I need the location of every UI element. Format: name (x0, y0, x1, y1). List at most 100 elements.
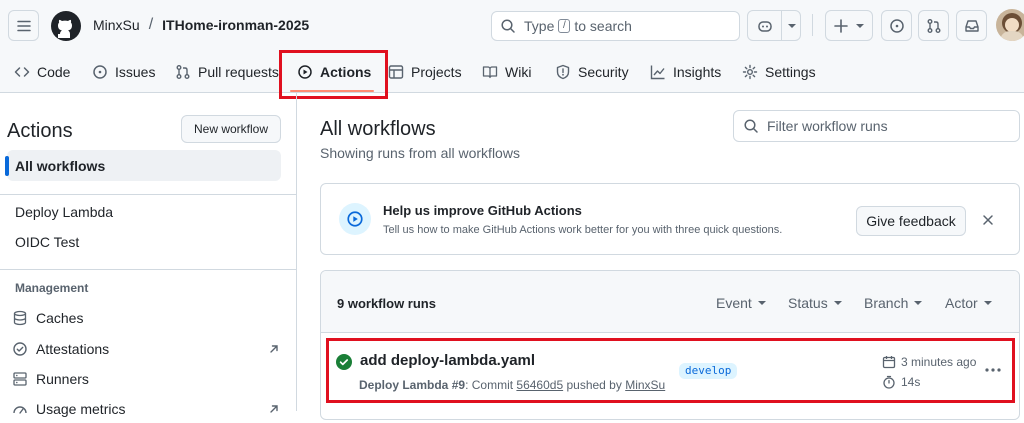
tab-wiki[interactable]: Wiki (482, 51, 531, 93)
search-shortcut-key: / (558, 19, 571, 33)
sidebar-item-deploy-lambda[interactable]: Deploy Lambda (7, 196, 281, 227)
tab-issues[interactable]: Issues (92, 51, 155, 93)
arrow-up-right-icon (270, 345, 278, 353)
shield-icon (556, 64, 570, 80)
graph-icon (650, 65, 665, 80)
chevron-down-icon (914, 301, 923, 305)
tab-pull-requests-label: Pull requests (198, 64, 279, 80)
sidebar-title: Actions (7, 120, 73, 142)
repo-link[interactable]: ITHome-ironman-2025 (162, 17, 309, 33)
issues-button[interactable] (881, 10, 912, 41)
branch-filter-dropdown[interactable]: Branch (864, 295, 923, 311)
feedback-banner: Help us improve GitHub Actions Tell us h… (320, 183, 1020, 255)
filter-label: Status (788, 295, 828, 311)
sidebar-item-label: Caches (36, 310, 84, 326)
table-icon (388, 65, 404, 79)
search-input[interactable]: Type / to search (491, 11, 740, 41)
tab-pull-requests[interactable]: Pull requests (175, 51, 279, 93)
sidebar-divider (0, 269, 296, 270)
issue-icon (889, 18, 904, 33)
runs-list-header: 9 workflow runs Event Status Branch Acto… (321, 271, 1019, 333)
actor-filter-dropdown[interactable]: Actor (945, 295, 992, 311)
inbox-button[interactable] (956, 10, 987, 41)
avatar[interactable] (996, 9, 1024, 41)
filter-label: Branch (864, 295, 909, 311)
app-header: MinxSu / ITHome-ironman-2025 Type / to s… (0, 0, 1024, 51)
actions-sidebar: Actions New workflow All workflows Deplo… (0, 93, 297, 417)
play-icon (339, 203, 371, 235)
breadcrumb: MinxSu / ITHome-ironman-2025 (93, 16, 309, 34)
filter-placeholder: Filter workflow runs (767, 118, 888, 134)
sidebar-item-label: Usage metrics (36, 401, 126, 417)
page-subtitle: Showing runs from all workflows (320, 145, 520, 161)
highlight-box-run-row (326, 338, 1015, 403)
pull-request-icon (927, 18, 940, 33)
repo-tab-nav: Code Issues Pull requests Actions Projec… (0, 51, 1024, 93)
banner-title: Help us improve GitHub Actions (383, 203, 582, 218)
sidebar-item-label: Attestations (36, 341, 110, 357)
create-new-button[interactable] (825, 10, 873, 41)
owner-link[interactable]: MinxSu (93, 17, 140, 33)
close-icon[interactable] (981, 213, 995, 227)
chevron-down-icon (983, 301, 992, 305)
filter-label: Event (716, 295, 752, 311)
cache-icon (13, 310, 27, 326)
chevron-down-icon (856, 23, 864, 28)
tab-code[interactable]: Code (14, 51, 70, 93)
sidebar-divider (0, 194, 296, 195)
inbox-icon (964, 19, 979, 32)
search-icon (744, 119, 758, 133)
tab-settings-label: Settings (765, 64, 816, 80)
sidebar-item-oidc-test[interactable]: OIDC Test (7, 226, 281, 257)
tab-code-label: Code (37, 64, 71, 80)
sidebar-item-runners[interactable]: Runners (12, 365, 280, 393)
tab-projects[interactable]: Projects (388, 51, 462, 93)
arrow-up-right-icon (270, 405, 278, 413)
tab-projects-label: Projects (411, 64, 462, 80)
filter-label: Actor (945, 295, 978, 311)
sidebar-item-all-workflows[interactable]: All workflows (5, 150, 281, 181)
sidebar-item-label: Runners (36, 371, 89, 387)
sidebar-item-attestations[interactable]: Attestations (12, 335, 280, 363)
status-filter-dropdown[interactable]: Status (788, 295, 842, 311)
filter-workflow-runs-input[interactable]: Filter workflow runs (733, 110, 1020, 142)
event-filter-dropdown[interactable]: Event (716, 295, 766, 311)
code-icon (14, 67, 30, 77)
check-circle-icon (13, 342, 27, 356)
page-title: All workflows (320, 118, 436, 140)
search-prefix: Type (524, 18, 555, 34)
pull-request-icon (176, 65, 190, 79)
book-icon (482, 66, 498, 79)
runs-count: 9 workflow runs (337, 296, 436, 311)
tab-wiki-label: Wiki (505, 64, 532, 80)
hamburger-icon (16, 20, 31, 31)
copilot-icon (758, 20, 772, 32)
tab-settings[interactable]: Settings (742, 51, 816, 93)
tab-insights[interactable]: Insights (650, 51, 721, 93)
tab-security[interactable]: Security (555, 51, 629, 93)
new-workflow-button[interactable]: New workflow (181, 115, 281, 143)
gear-icon (742, 64, 758, 80)
plus-icon (834, 18, 848, 33)
search-suffix: to search (574, 18, 632, 34)
chevron-down-icon (788, 24, 796, 28)
management-heading: Management (15, 281, 89, 295)
chevron-down-icon (757, 301, 766, 305)
tab-issues-label: Issues (115, 64, 156, 80)
sidebar-item-caches[interactable]: Caches (12, 304, 280, 332)
issue-icon (93, 65, 107, 79)
github-logo[interactable] (50, 10, 82, 42)
meter-icon (13, 406, 27, 414)
search-icon (501, 19, 515, 33)
pull-requests-button[interactable] (918, 10, 949, 41)
copilot-button[interactable] (747, 10, 801, 41)
breadcrumb-separator: / (148, 16, 154, 33)
server-icon (13, 372, 27, 386)
highlight-box-actions-tab (279, 50, 388, 99)
tab-security-label: Security (578, 64, 629, 80)
menu-button[interactable] (8, 10, 39, 41)
chevron-down-icon (833, 301, 842, 305)
banner-description: Tell us how to make GitHub Actions work … (383, 224, 783, 236)
give-feedback-button[interactable]: Give feedback (856, 206, 966, 236)
sidebar-item-usage-metrics[interactable]: Usage metrics (12, 395, 280, 423)
